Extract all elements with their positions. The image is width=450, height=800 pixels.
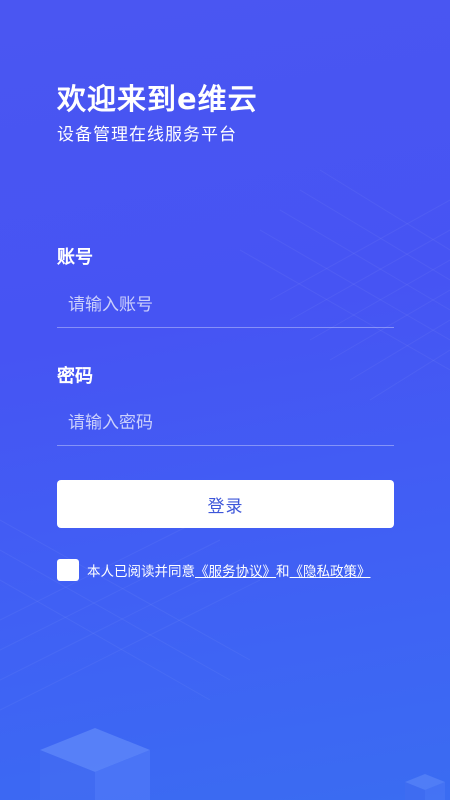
welcome-subtitle: 设备管理在线服务平台 xyxy=(57,125,237,145)
cube-left xyxy=(40,728,150,800)
agreement-row: 本人已阅读并同意 《服务协议》 和 《隐私政策》 xyxy=(57,558,371,582)
account-input[interactable] xyxy=(57,282,394,328)
service-agreement-link[interactable]: 《服务协议》 xyxy=(195,560,276,580)
agreement-checkbox[interactable] xyxy=(57,559,79,581)
agreement-prefix: 本人已阅读并同意 xyxy=(87,564,195,580)
password-input[interactable] xyxy=(57,400,394,446)
agreement-conjunction: 和 xyxy=(276,564,290,580)
login-button[interactable]: 登录 xyxy=(57,480,394,528)
login-screen: 欢迎来到e维云 设备管理在线服务平台 账号 密码 登录 本人已阅读并同意 《服务… xyxy=(0,0,450,800)
privacy-policy-link[interactable]: 《隐私政策》 xyxy=(290,560,371,580)
password-label: 密码 xyxy=(57,366,93,387)
cube-right xyxy=(405,774,445,800)
decorative-cubes xyxy=(40,728,445,800)
welcome-title: 欢迎来到e维云 xyxy=(57,82,258,116)
account-label: 账号 xyxy=(57,247,93,268)
